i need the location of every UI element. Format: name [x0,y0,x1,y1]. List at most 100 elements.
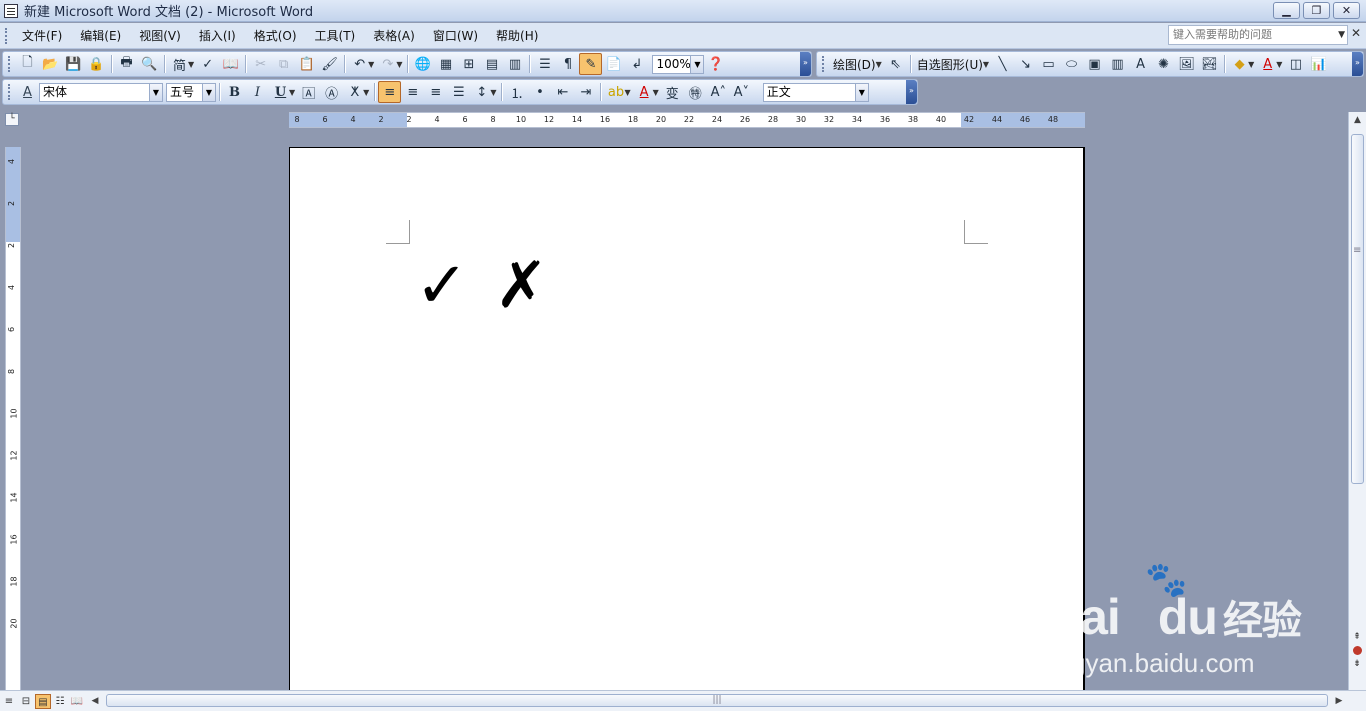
normal-view-icon[interactable]: ≡ [1,694,17,709]
chevron-down-icon[interactable]: ▼ [1248,60,1254,69]
chevron-down-icon[interactable]: ▼ [368,60,374,69]
drawing-icon[interactable]: ✎ [579,53,603,75]
insert-excel-icon[interactable]: ▤ [480,53,503,75]
help-icon[interactable]: ❓ [704,53,727,75]
print-preview-icon[interactable]: 🔍 [138,53,161,75]
draw-menu-button[interactable]: 绘图(D) [830,56,879,73]
chart-icon[interactable]: 📊 [1307,53,1330,75]
align-left-icon[interactable]: ≡ [378,81,402,103]
chevron-down-icon[interactable]: ▼ [1276,60,1282,69]
chevron-down-icon[interactable]: ▼ [396,60,402,69]
shrink-font-icon[interactable]: A˅ [730,81,753,103]
menu-edit[interactable]: 编辑(E) [71,26,130,46]
close-button[interactable]: ✕ [1333,2,1360,19]
increase-indent-icon[interactable]: ⇥ [574,81,597,103]
oval-icon[interactable]: ⬭ [1060,53,1083,75]
styles-formatting-icon[interactable]: A [16,81,39,103]
bold-button[interactable]: B [223,81,246,103]
new-document-icon[interactable]: 🗋 [16,53,39,75]
tab-selector[interactable]: └ [5,113,19,126]
decrease-indent-icon[interactable]: ⇤ [551,81,574,103]
toolbar-options-icon[interactable]: » [1352,52,1363,76]
menu-tools[interactable]: 工具(T) [306,26,365,46]
chevron-down-icon[interactable]: ▼ [854,83,868,101]
chevron-down-icon[interactable]: ▼ [624,88,630,97]
rectangle-icon[interactable]: ▭ [1037,53,1060,75]
tables-borders-icon[interactable]: ▦ [434,53,457,75]
help-search-input[interactable]: 键入需要帮助的问题 ▼ [1168,25,1348,45]
reading-layout-icon[interactable]: 📄 [602,53,625,75]
toolbar-grip[interactable] [8,56,11,72]
numbering-icon[interactable]: ⒈ [505,81,528,103]
horizontal-scroll-thumb[interactable]: ||| [106,694,1328,707]
character-shading-icon[interactable]: Ⓐ [320,81,343,103]
chevron-down-icon[interactable]: ▼ [289,88,295,97]
next-page-icon[interactable]: ⇟ [1349,657,1365,671]
scroll-left-icon[interactable]: ◀ [88,693,102,709]
document-page[interactable]: ✓✗ [289,147,1085,692]
print-icon[interactable]: 🖶 [115,53,138,75]
previous-page-icon[interactable]: ⇞ [1349,630,1365,644]
insert-table-icon[interactable]: ⊞ [457,53,480,75]
menu-table[interactable]: 表格(A) [364,26,424,46]
toolbar-grip[interactable] [8,84,11,100]
toolbar-options-icon[interactable]: » [800,52,811,76]
select-objects-icon[interactable]: ⇖ [884,53,907,75]
zoom-select[interactable]: 100% ▼ [652,54,705,74]
clipart-icon[interactable]: 🖼 [1175,53,1198,75]
columns-icon[interactable]: ▥ [503,53,526,75]
shadow-icon[interactable]: ◫ [1284,53,1307,75]
reading-layout-view-icon[interactable]: 📖 [69,694,85,709]
wordart-icon[interactable]: A [1129,53,1152,75]
align-center-icon[interactable]: ≡ [401,81,424,103]
format-painter-icon[interactable]: 🖌 [318,53,341,75]
bullets-icon[interactable]: • [528,81,551,103]
chevron-down-icon[interactable]: ▼ [690,55,704,73]
menu-format[interactable]: 格式(O) [245,26,306,46]
menu-grip[interactable] [5,27,8,44]
chevron-down-icon[interactable]: ▼ [876,60,882,69]
select-browse-object-icon[interactable] [1352,646,1362,655]
textbox-icon[interactable]: ▣ [1083,53,1106,75]
scroll-up-icon[interactable]: ▲ [1349,112,1366,128]
toolbar-grip[interactable] [822,56,825,72]
help-dropdown-icon[interactable]: ▼ [1338,26,1345,44]
toolbar-options-icon[interactable]: » [906,80,917,104]
vertical-ruler[interactable]: 4 2 2 4 6 8 10 12 14 16 18 20 [5,147,21,692]
horizontal-ruler[interactable]: 8 6 4 2 2 4 6 8 10 12 14 16 18 20 22 24 26 28 30 32 34 36 38 40… [289,112,1085,128]
chevron-down-icon[interactable]: ▼ [653,88,659,97]
open-folder-icon[interactable]: 📂 [39,53,62,75]
menu-window[interactable]: 窗口(W) [424,26,487,46]
line-icon[interactable]: ╲ [991,53,1014,75]
menu-file[interactable]: 文件(F) [13,26,71,46]
document-map-icon[interactable]: ☰ [533,53,556,75]
hyperlink-icon[interactable]: 🌐 [411,53,434,75]
picture-icon[interactable]: 🏞 [1198,53,1221,75]
permission-icon[interactable]: 🔒 [85,53,108,75]
menu-help[interactable]: 帮助(H) [487,26,547,46]
spelling-icon[interactable]: ✓ [196,53,219,75]
vertical-scrollbar[interactable]: ▲ [1348,112,1366,690]
chevron-down-icon[interactable]: ▼ [363,88,369,97]
character-border-icon[interactable]: 🄰 [297,81,320,103]
align-right-icon[interactable]: ≡ [424,81,447,103]
research-icon[interactable]: 📖 [219,53,242,75]
font-size-select[interactable]: 五号 ▼ [166,82,216,102]
word-document-icon[interactable] [4,3,18,18]
copy-icon[interactable]: ⧉ [272,53,295,75]
vertical-textbox-icon[interactable]: ▥ [1106,53,1129,75]
print-layout-icon[interactable]: ▤ [35,693,51,709]
minimize-button[interactable]: ▁ [1273,2,1300,19]
outline-view-icon[interactable]: ☷ [52,694,68,709]
style-select[interactable]: 正文 ▼ [762,82,869,102]
chevron-down-icon[interactable]: ▼ [983,60,989,69]
justify-icon[interactable]: ☰ [447,81,470,103]
vertical-scroll-thumb[interactable] [1351,134,1364,484]
cut-icon[interactable]: ✂ [249,53,272,75]
web-layout-icon[interactable]: ⊟ [18,694,34,709]
insert-text-icon[interactable]: ↲ [625,53,648,75]
font-name-select[interactable]: 宋体 ▼ [39,82,163,102]
chevron-down-icon[interactable]: ▼ [188,60,194,69]
restore-button[interactable]: ❐ [1303,2,1330,19]
menu-insert[interactable]: 插入(I) [190,26,245,46]
